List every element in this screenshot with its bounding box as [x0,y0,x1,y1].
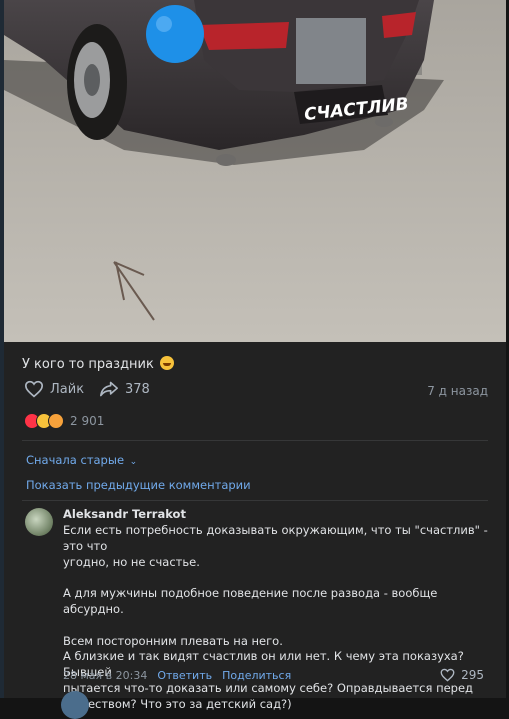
comment-body: Если есть потребность доказывать окружаю… [63,523,488,713]
post-caption: У кого то праздник [22,356,174,372]
share-count: 378 [125,381,150,397]
chevron-down-icon: ⌄ [129,457,138,467]
comment-line: угодно, но не счастье. [63,554,200,569]
show-previous-comments-link[interactable]: Показать предыдущие комментарии [26,478,251,492]
comment-author[interactable]: Aleksandr Terrakot [63,507,186,521]
comment-date[interactable]: 28 мая в 20:34 [63,669,147,682]
like-label: Лайк [50,381,85,397]
post-photo[interactable]: СЧАСТЛИВ [4,0,506,342]
comment-meta: 28 мая в 20:34 Ответить Поделиться [63,669,291,682]
share-arrow-icon [100,381,118,397]
heart-outline-icon [24,380,44,398]
comment-line: пытается что-то доказать или самому себе… [63,680,473,695]
grinning-face-emoji-icon [160,356,174,370]
avatar[interactable] [61,691,89,719]
divider [22,440,488,441]
avatar[interactable] [25,508,53,536]
sort-label: Сначала старые [26,453,125,467]
heart-eyes-reaction-icon [48,413,64,429]
comment-like-count: 295 [461,668,484,682]
post-caption-text: У кого то праздник [22,357,154,372]
comment-gap [63,618,488,634]
like-button[interactable]: Лайк [24,380,84,398]
comment-gap [63,570,488,586]
post-actions: Лайк 378 7 д назад [22,380,488,404]
reactions-summary[interactable]: 2 901 [24,413,104,429]
post-time[interactable]: 7 д назад [427,384,488,398]
reply-button[interactable]: Ответить [157,669,212,682]
share-button[interactable]: 378 [99,380,150,398]
comment-like-button[interactable]: 295 [440,668,484,682]
comment-line: Всем посторонним плевать на него. [63,633,283,648]
reactions-count: 2 901 [70,414,105,428]
comments-sort-dropdown[interactable]: Сначала старые ⌄ [26,453,137,467]
comment-line: Если есть потребность доказывать окружаю… [63,523,488,553]
post-card: СЧАСТЛИВ У кого то праздник Лайк 378 7 д… [4,0,506,719]
comment-line: А для мужчины подобное поведение после р… [63,586,438,616]
divider [22,500,488,501]
share-comment-button[interactable]: Поделиться [222,669,291,682]
comment-line: обществом? Что это за детский сад?) [63,696,292,711]
heart-outline-icon [440,668,455,682]
